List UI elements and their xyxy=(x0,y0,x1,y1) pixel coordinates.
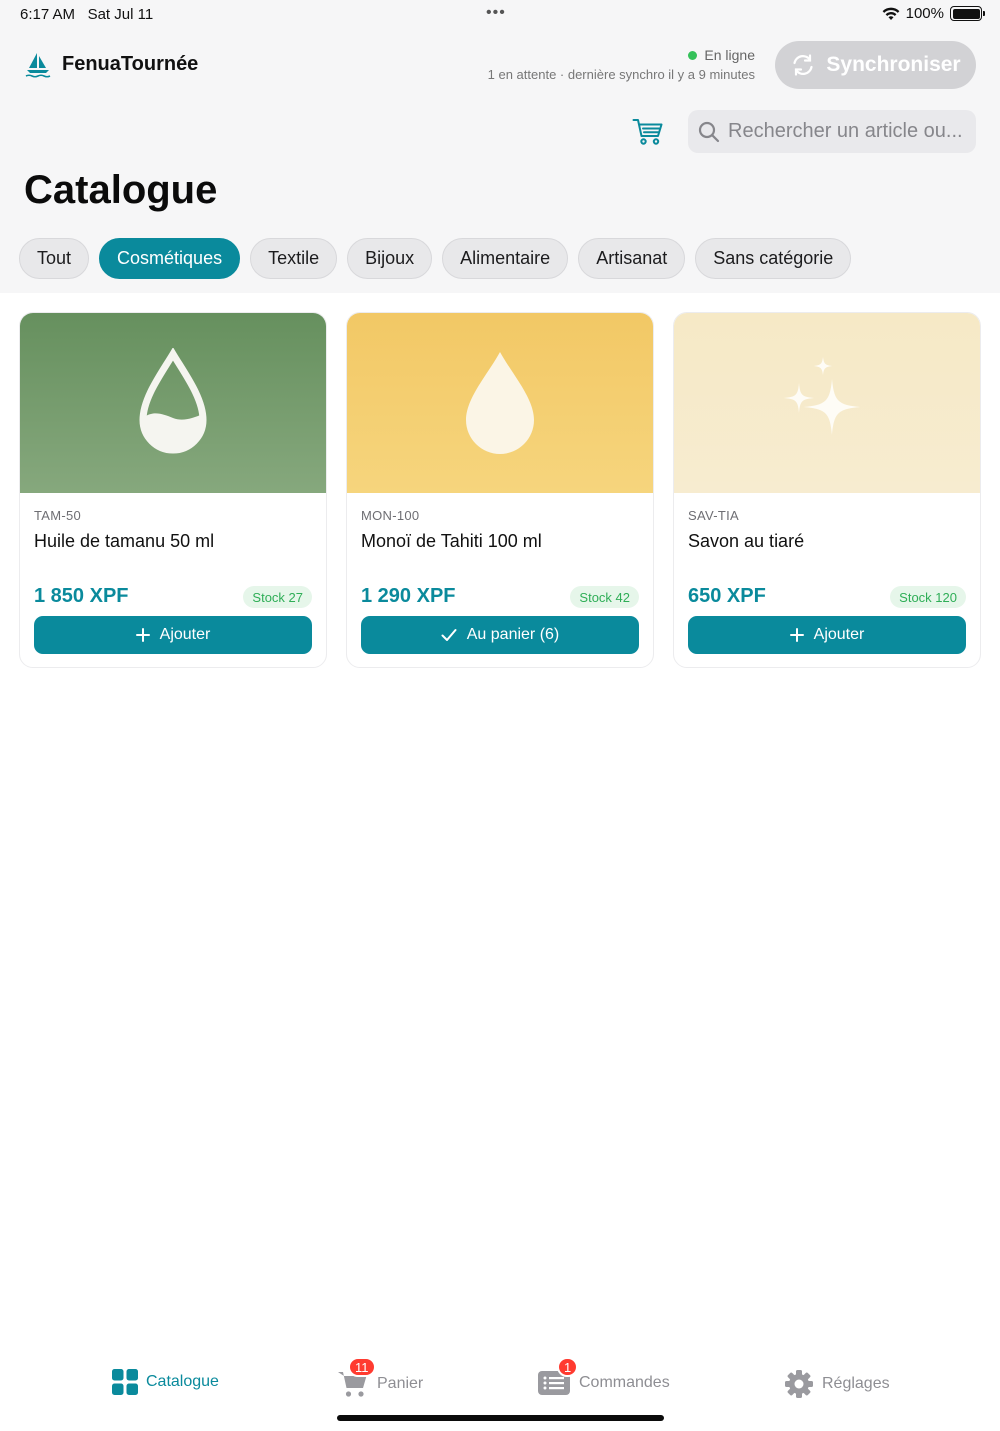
tab-reglages[interactable]: Réglages xyxy=(784,1369,890,1399)
cart-icon[interactable] xyxy=(632,118,664,151)
tab-catalogue[interactable]: Catalogue xyxy=(112,1369,219,1395)
grid-icon xyxy=(112,1369,138,1395)
product-sku: SAV-TIA xyxy=(688,508,739,523)
product-card[interactable]: MON-100 Monoï de Tahiti 100 ml 1 290 XPF… xyxy=(346,312,654,668)
sync-status: 1 en attente · dernière synchro il y a 9… xyxy=(487,67,755,82)
search-field[interactable] xyxy=(688,110,976,153)
category-chip-alimentaire[interactable]: Alimentaire xyxy=(442,238,569,279)
add-to-cart-button[interactable]: Ajouter xyxy=(34,616,312,654)
category-chip-artisanat[interactable]: Artisanat xyxy=(578,238,686,279)
page-title: Catalogue xyxy=(24,168,218,212)
online-dot-icon xyxy=(688,50,698,60)
header-area: 6:17 AM Sat Jul 11 ••• 100% FenuaTournée… xyxy=(0,0,1000,293)
tab-panier[interactable]: 11 Panier xyxy=(337,1357,423,1399)
cart-count-badge: 11 xyxy=(348,1357,376,1377)
product-sku: TAM-50 xyxy=(34,508,82,523)
product-grid: TAM-50 Huile de tamanu 50 ml 1 850 XPF S… xyxy=(19,312,981,668)
product-name: Savon au tiaré xyxy=(688,531,805,551)
product-image xyxy=(674,313,980,493)
sailboat-icon xyxy=(25,53,51,78)
product-price: 1 850 XPF xyxy=(34,585,129,607)
plus-icon xyxy=(789,628,804,642)
gear-icon xyxy=(785,1370,813,1398)
connection-status: En ligne xyxy=(704,47,755,63)
category-chip-bijoux[interactable]: Bijoux xyxy=(347,238,433,279)
wifi-icon xyxy=(882,7,900,20)
product-image xyxy=(347,313,653,493)
product-image xyxy=(20,313,326,493)
sync-info: En ligne 1 en attente · dernière synchro… xyxy=(488,47,755,82)
stock-badge: Stock 27 xyxy=(243,586,312,608)
product-name: Huile de tamanu 50 ml xyxy=(34,531,215,551)
drop-icon xyxy=(466,352,534,454)
home-indicator[interactable] xyxy=(337,1415,664,1421)
stock-badge: Stock 120 xyxy=(890,586,966,608)
product-price: 650 XPF xyxy=(688,585,766,607)
battery-icon xyxy=(950,6,985,21)
status-time: 6:17 AM Sat Jul 11 xyxy=(20,6,154,23)
search-input[interactable] xyxy=(728,120,968,143)
multitasking-dots-icon[interactable]: ••• xyxy=(486,4,506,22)
tab-commandes[interactable]: 1 Commandes xyxy=(537,1357,670,1397)
product-price: 1 290 XPF xyxy=(361,585,456,607)
app-name: FenuaTournée xyxy=(62,52,199,75)
category-chip-tout[interactable]: Tout xyxy=(19,238,90,279)
in-cart-button[interactable]: Au panier (6) xyxy=(361,616,639,654)
product-sku: MON-100 xyxy=(361,508,420,523)
half-drop-icon xyxy=(139,348,207,454)
product-name: Monoï de Tahiti 100 ml xyxy=(361,531,542,551)
product-card[interactable]: SAV-TIA Savon au tiaré 650 XPF Stock 120… xyxy=(673,312,981,668)
sparkles-icon xyxy=(784,357,860,435)
category-chip-cosmetiques[interactable]: Cosmétiques xyxy=(99,238,241,279)
category-filter: Tout Cosmétiques Textile Bijoux Alimenta… xyxy=(19,238,852,279)
category-chip-sans-categorie[interactable]: Sans catégorie xyxy=(695,238,852,279)
orders-count-badge: 1 xyxy=(557,1357,579,1377)
checkmark-icon xyxy=(441,629,457,641)
product-card[interactable]: TAM-50 Huile de tamanu 50 ml 1 850 XPF S… xyxy=(19,312,327,668)
add-to-cart-button[interactable]: Ajouter xyxy=(688,616,966,654)
search-icon xyxy=(698,121,720,142)
brand: FenuaTournée xyxy=(24,50,198,78)
battery-percent: 100% xyxy=(905,5,944,22)
sync-button[interactable]: Synchroniser xyxy=(775,41,976,89)
refresh-icon xyxy=(793,54,813,76)
plus-icon xyxy=(135,628,150,642)
stock-badge: Stock 42 xyxy=(570,586,639,608)
category-chip-textile[interactable]: Textile xyxy=(250,238,338,279)
status-bar: 6:17 AM Sat Jul 11 ••• 100% xyxy=(0,0,1000,30)
